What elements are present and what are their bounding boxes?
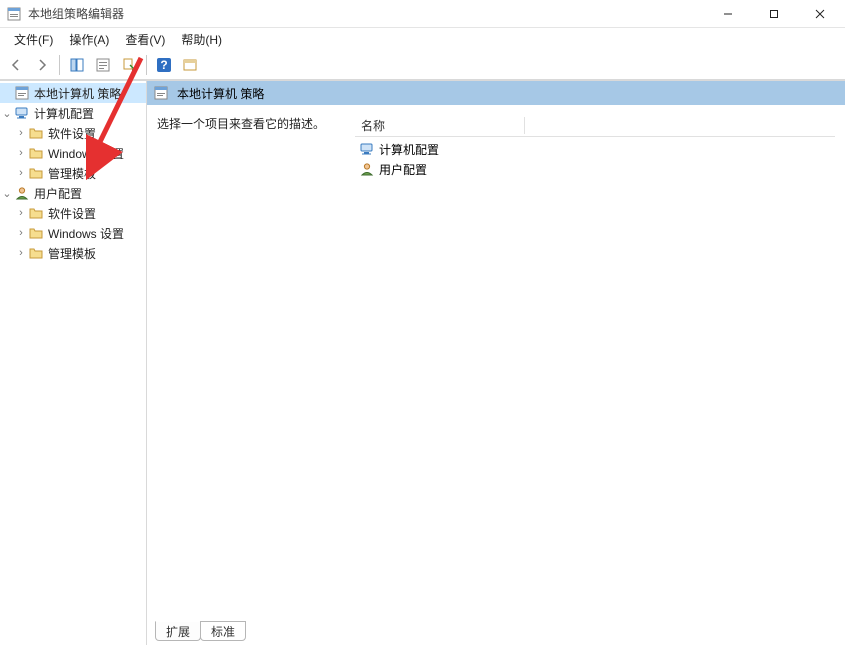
minimize-button[interactable]: [705, 0, 751, 28]
close-button[interactable]: [797, 0, 843, 28]
folder-icon: [28, 145, 44, 161]
expander-icon[interactable]: ⌄: [0, 187, 14, 200]
properties-button[interactable]: [91, 53, 115, 77]
description-text: 选择一个项目来查看它的描述。: [157, 115, 355, 132]
policy-icon: [14, 85, 30, 101]
menu-view[interactable]: 查看(V): [117, 29, 173, 50]
forward-button[interactable]: [30, 53, 54, 77]
folder-icon: [28, 165, 44, 181]
menu-file[interactable]: 文件(F): [6, 29, 61, 50]
toolbar-separator: [59, 55, 60, 75]
list-item-label: 计算机配置: [379, 141, 439, 158]
policy-icon: [153, 85, 169, 101]
tab-strip: 扩展 标准: [155, 621, 245, 641]
tree-item-windows-settings[interactable]: › Windows 设置: [0, 223, 146, 243]
filter-options-button[interactable]: [178, 53, 202, 77]
tree-item-software-settings[interactable]: › 软件设置: [0, 203, 146, 223]
tree-label: 用户配置: [34, 185, 82, 202]
help-button[interactable]: ?: [152, 53, 176, 77]
list-item-user-config[interactable]: 用户配置: [355, 159, 835, 179]
expander-icon[interactable]: ›: [14, 167, 28, 179]
tree-root[interactable]: 本地计算机 策略: [0, 83, 146, 103]
tree-item-user-config[interactable]: ⌄ 用户配置: [0, 183, 146, 203]
svg-text:?: ?: [160, 58, 167, 72]
app-icon: [6, 6, 22, 22]
tab-extended[interactable]: 扩展: [155, 621, 201, 641]
expander-icon[interactable]: ›: [14, 247, 28, 259]
user-icon: [14, 185, 30, 201]
titlebar: 本地组策略编辑器: [0, 0, 845, 28]
computer-icon: [14, 105, 30, 121]
toolbar: ?: [0, 50, 845, 80]
maximize-button[interactable]: [751, 0, 797, 28]
tree-label: 管理模板: [48, 165, 96, 182]
description-column: 选择一个项目来查看它的描述。: [157, 115, 355, 645]
expander-icon[interactable]: ›: [14, 147, 28, 159]
menubar: 文件(F) 操作(A) 查看(V) 帮助(H): [0, 28, 845, 50]
tree-label: Windows 设置: [48, 145, 124, 162]
column-name[interactable]: 名称: [355, 117, 525, 134]
tree-label: 本地计算机 策略: [34, 85, 121, 102]
expander-icon[interactable]: ›: [14, 207, 28, 219]
folder-icon: [28, 245, 44, 261]
export-list-button[interactable]: [117, 53, 141, 77]
menu-action[interactable]: 操作(A): [61, 29, 117, 50]
tree-item-computer-config[interactable]: ⌄ 计算机配置: [0, 103, 146, 123]
list-header[interactable]: 名称: [355, 115, 835, 137]
user-icon: [359, 161, 375, 177]
expander-icon[interactable]: ›: [14, 227, 28, 239]
expander-icon[interactable]: ⌄: [0, 107, 14, 120]
list-column: 名称 计算机配置 用户配置: [355, 115, 835, 645]
tree-item-software-settings[interactable]: › 软件设置: [0, 123, 146, 143]
window-title: 本地组策略编辑器: [28, 5, 705, 22]
tab-standard[interactable]: 标准: [200, 621, 246, 641]
details-pane: 本地计算机 策略 选择一个项目来查看它的描述。 名称 计算机配置: [147, 81, 845, 645]
folder-icon: [28, 205, 44, 221]
expander-icon[interactable]: ›: [14, 127, 28, 139]
tree-item-admin-templates[interactable]: › 管理模板: [0, 243, 146, 263]
details-header: 本地计算机 策略: [147, 81, 845, 105]
tree-item-windows-settings[interactable]: › Windows 设置: [0, 143, 146, 163]
tree-label: 软件设置: [48, 125, 96, 142]
menu-help[interactable]: 帮助(H): [173, 29, 230, 50]
list-item-label: 用户配置: [379, 161, 427, 178]
show-hide-tree-button[interactable]: [65, 53, 89, 77]
list-item-computer-config[interactable]: 计算机配置: [355, 139, 835, 159]
tree-label: 管理模板: [48, 245, 96, 262]
tree-label: 软件设置: [48, 205, 96, 222]
tree-pane: 本地计算机 策略 ⌄ 计算机配置 › 软件设置 › Windows 设置 › 管…: [0, 81, 147, 645]
tree-item-admin-templates[interactable]: › 管理模板: [0, 163, 146, 183]
toolbar-separator: [146, 55, 147, 75]
tree-label: Windows 设置: [48, 225, 124, 242]
tree-label: 计算机配置: [34, 105, 94, 122]
folder-icon: [28, 125, 44, 141]
client-area: 本地计算机 策略 ⌄ 计算机配置 › 软件设置 › Windows 设置 › 管…: [0, 80, 845, 645]
folder-icon: [28, 225, 44, 241]
back-button[interactable]: [4, 53, 28, 77]
details-header-title: 本地计算机 策略: [177, 85, 264, 102]
computer-icon: [359, 141, 375, 157]
